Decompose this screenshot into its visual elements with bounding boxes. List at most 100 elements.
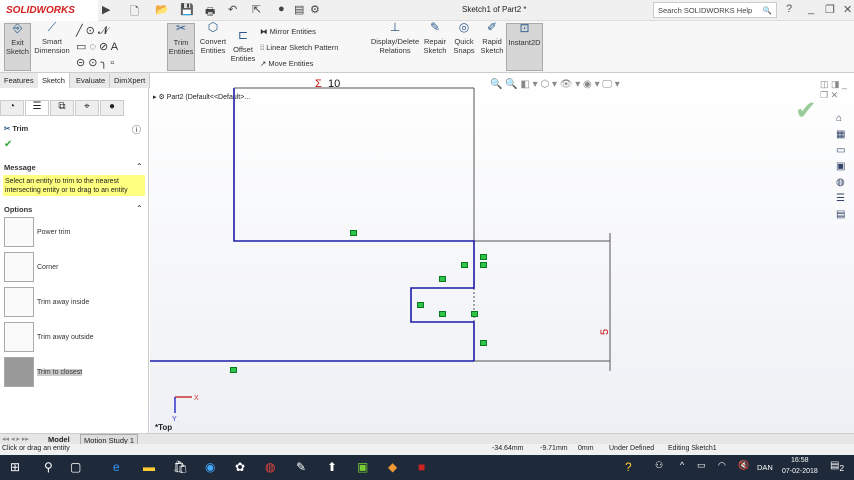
solidworks-taskbar-icon[interactable]: ■ xyxy=(418,460,425,474)
tray-arrow-icon[interactable]: ^ xyxy=(680,460,684,470)
expand-menu-icon[interactable]: ▶ xyxy=(102,3,110,16)
relation-marker[interactable] xyxy=(461,262,468,268)
relation-marker[interactable] xyxy=(480,262,487,268)
exit-sketch-button[interactable]: ⎆ Exit Sketch xyxy=(4,22,31,71)
clock-time[interactable]: 16:58 xyxy=(791,457,809,464)
notification-icon[interactable]: ▤2 xyxy=(830,460,844,473)
relation-marker[interactable] xyxy=(480,254,487,260)
undo-icon[interactable]: ↶ xyxy=(228,3,237,16)
paint-icon[interactable]: ✎ xyxy=(296,460,306,474)
save-icon[interactable]: 💾 xyxy=(180,3,194,16)
edge-icon[interactable]: e xyxy=(113,460,120,474)
relation-marker[interactable] xyxy=(480,340,487,346)
search-icon[interactable]: ⚲ xyxy=(44,460,53,474)
app-icon[interactable]: ▣ xyxy=(357,460,368,474)
display-delete-relations-button[interactable]: ⊥ Display/Delete Relations xyxy=(368,21,422,55)
rapid-sketch-button[interactable]: ✐ Rapid Sketch xyxy=(480,21,504,55)
options-gear-icon[interactable]: ⚙ xyxy=(310,3,320,16)
convert-entities-button[interactable]: ⬡ Convert Entities xyxy=(198,20,228,55)
restore-button[interactable]: ❐ xyxy=(825,3,835,16)
app-icon[interactable]: ⬆ xyxy=(327,460,337,474)
dimxpert-tab-icon[interactable]: ⌖ xyxy=(75,100,99,116)
options-header[interactable]: Options xyxy=(4,205,32,214)
label: Trim Entities xyxy=(168,38,194,56)
graphics-area[interactable]: ▸ ⚙ Part2 (Default<<Default>... 🔍 🔍 ◧ ▾ … xyxy=(150,73,854,433)
repair-sketch-button[interactable]: ✎ Repair Sketch xyxy=(422,21,448,55)
title-bar: SOLIDWORKS ▶ 🗋 📂 💾 🖶 ↶ ⇱ ● ▤ ⚙ Sketch1 o… xyxy=(0,0,854,21)
dimension-right[interactable]: 5 xyxy=(599,329,611,335)
app-icon[interactable]: ✿ xyxy=(235,460,245,474)
tab-dimxpert[interactable]: DimXpert xyxy=(110,73,151,88)
relation-marker[interactable] xyxy=(350,230,357,236)
feature-tree-tab-icon[interactable]: ◔ xyxy=(0,100,24,116)
file-properties-icon[interactable]: ▤ xyxy=(294,3,304,16)
ok-check-icon[interactable]: ✔ xyxy=(4,139,12,150)
rectangle-icon[interactable]: ▭ ◌ ⊘ A xyxy=(76,40,118,53)
trim-to-closest-option[interactable] xyxy=(4,357,34,387)
store-icon[interactable]: 🛍 xyxy=(173,460,188,474)
slot-icon[interactable]: ⊝ ⊙ ╮ ▫ xyxy=(76,56,114,69)
mirror-entities-button[interactable]: ⧓ Mirror Entities xyxy=(260,27,316,36)
appearance-tab-icon[interactable]: ● xyxy=(100,100,124,116)
app-icon[interactable]: ◆ xyxy=(388,460,397,474)
new-icon[interactable]: 🗋 xyxy=(130,3,139,22)
message-header[interactable]: Message xyxy=(4,163,36,172)
power-trim-option[interactable] xyxy=(4,217,34,247)
relation-marker[interactable] xyxy=(417,302,424,308)
collapse-icon[interactable]: ⌃ xyxy=(136,162,143,171)
corner-option[interactable] xyxy=(4,252,34,282)
convert-icon: ⬡ xyxy=(207,20,219,34)
tab-model[interactable]: Model xyxy=(48,435,70,444)
message-text: Select an entity to trim to the nearest … xyxy=(3,175,145,196)
help-tray-icon[interactable]: ? xyxy=(625,460,632,474)
tab-sketch[interactable]: Sketch xyxy=(38,73,70,88)
relation-marker[interactable] xyxy=(439,276,446,282)
label: Trim away inside xyxy=(37,299,90,306)
volume-icon[interactable]: 🔇 xyxy=(738,460,749,471)
label: Rapid Sketch xyxy=(480,37,504,55)
property-manager-tab-icon[interactable]: ☰ xyxy=(25,100,49,116)
relation-marker[interactable] xyxy=(230,367,237,373)
snap-icon: ◎ xyxy=(458,20,470,34)
linear-pattern-button[interactable]: ⁞⁞ Linear Sketch Pattern xyxy=(260,43,338,52)
sketch-svg[interactable]: Σ 10 5 X Y xyxy=(150,73,854,433)
configuration-tab-icon[interactable]: ⧉ xyxy=(50,100,74,116)
trim-away-inside-option[interactable] xyxy=(4,287,34,317)
clock-date[interactable]: 07-02-2018 xyxy=(782,468,818,475)
relation-marker[interactable] xyxy=(439,311,446,317)
quick-snaps-button[interactable]: ◎ Quick Snaps xyxy=(452,20,476,55)
instant2d-button[interactable]: ⊡ Instant2D xyxy=(506,22,543,71)
help-icon[interactable]: ⓘ xyxy=(132,123,141,136)
open-icon[interactable]: 📂 xyxy=(155,3,169,16)
chrome-icon[interactable]: ◍ xyxy=(265,460,275,474)
tab-features[interactable]: Features xyxy=(0,73,39,88)
collapse-icon[interactable]: ⌃ xyxy=(136,204,143,213)
network-icon[interactable]: ▭ xyxy=(697,460,706,471)
people-icon[interactable]: ⚇ xyxy=(655,460,663,471)
rebuild-icon[interactable]: ● xyxy=(278,3,285,15)
tab-scroll-arrows[interactable]: ◂◂ ◂ ▸ ▸▸ xyxy=(2,435,29,443)
select-icon[interactable]: ⇱ xyxy=(252,3,261,16)
file-explorer-icon[interactable]: ▬ xyxy=(143,460,155,474)
offset-entities-button[interactable]: ⊏ Offset Entities xyxy=(230,29,256,63)
minimize-button[interactable]: _ xyxy=(808,3,814,15)
help-search-input[interactable]: Search SOLIDWORKS Help 🔍 xyxy=(653,2,777,18)
line-icon[interactable]: ╱ ⊙ 𝓝 xyxy=(76,24,109,38)
solidworks-logo[interactable]: SOLIDWORKS xyxy=(0,0,98,21)
trim-away-outside-option[interactable] xyxy=(4,322,34,352)
app-icon[interactable]: ◉ xyxy=(205,460,215,474)
status-hint: Click or drag an entity xyxy=(2,445,70,452)
dimension-top[interactable]: 10 xyxy=(328,78,340,90)
task-view-icon[interactable]: ▢ xyxy=(70,460,81,474)
smart-dimension-button[interactable]: ⟋ Smart Dimension xyxy=(34,21,70,55)
help-icon[interactable]: ? xyxy=(786,3,792,15)
close-button[interactable]: ✕ xyxy=(843,3,852,16)
tab-evaluate[interactable]: Evaluate xyxy=(72,73,111,88)
language[interactable]: DAN xyxy=(757,463,773,472)
wifi-icon[interactable]: ◠ xyxy=(718,460,726,471)
trim-entities-button[interactable]: ✂ Trim Entities xyxy=(167,22,195,71)
move-entities-button[interactable]: ↗ Move Entities xyxy=(260,59,313,68)
search-icon[interactable]: 🔍 xyxy=(763,6,772,15)
relation-marker[interactable] xyxy=(471,311,478,317)
start-icon[interactable]: ⊞ xyxy=(10,460,20,474)
